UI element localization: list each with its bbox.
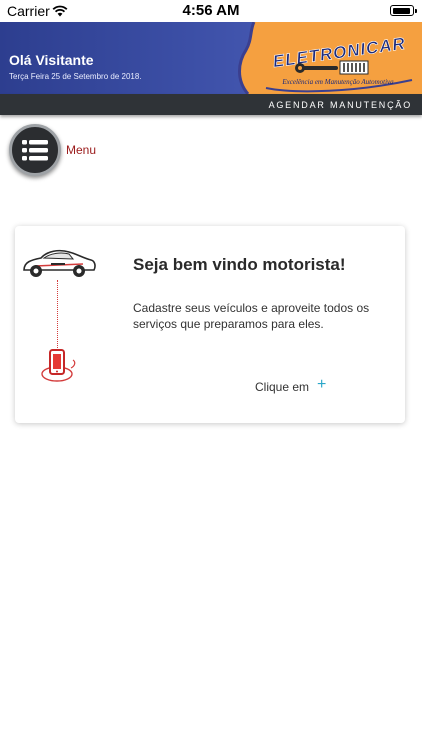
nav-strip: AGENDAR MANUTENÇÃO — [0, 94, 422, 115]
chip-icon — [339, 60, 369, 75]
current-date: Terça Feira 25 de Setembro de 2018. — [9, 72, 142, 81]
list-menu-icon — [22, 140, 48, 161]
menu-label[interactable]: Menu — [66, 143, 96, 157]
phone-location-icon — [41, 349, 76, 382]
plus-icon[interactable]: + — [317, 376, 326, 394]
app-header: Olá Visitante Terça Feira 25 de Setembro… — [0, 22, 422, 94]
card-title: Seja bem vindo motorista! — [133, 255, 346, 274]
greeting-title: Olá Visitante — [9, 52, 94, 68]
status-bar: Carrier 4:56 AM — [0, 0, 422, 22]
welcome-card: Seja bem vindo motorista! Cadastre seus … — [15, 226, 405, 423]
cta-label[interactable]: Clique em — [255, 380, 309, 394]
status-time: 4:56 AM — [182, 2, 240, 19]
card-description: Cadastre seus veículos e aproveite todos… — [133, 301, 370, 331]
svg-text:Excelência em Manutenção Autom: Excelência em Manutenção Automotiva — [281, 78, 394, 86]
battery-icon — [390, 5, 417, 16]
schedule-maintenance-link[interactable]: AGENDAR MANUTENÇÃO — [269, 100, 412, 110]
route-line — [57, 280, 58, 348]
menu-button[interactable] — [9, 124, 61, 176]
eletronicar-logo: ELETRONICAR Excelência em Manutenção Aut… — [238, 22, 422, 94]
car-icon — [23, 249, 96, 277]
